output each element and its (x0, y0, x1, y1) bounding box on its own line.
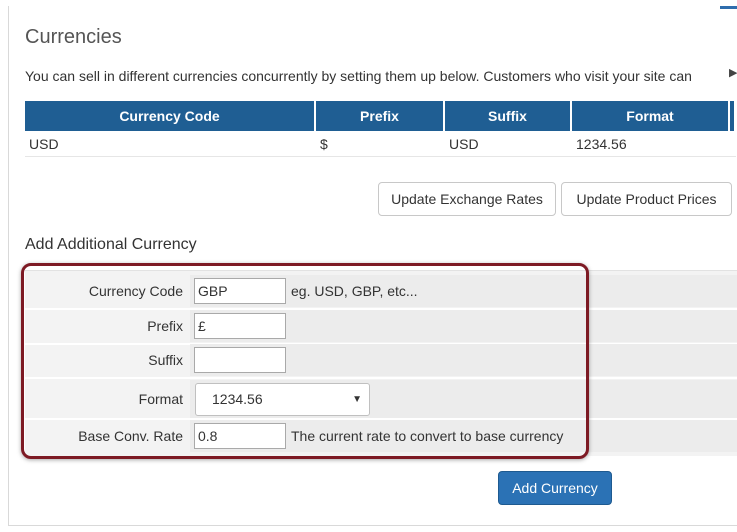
currency-code-cell: GBP eg. USD, GBP, etc... (190, 275, 737, 307)
update-product-prices-button[interactable]: Update Product Prices (561, 182, 732, 216)
base-conv-rate-label: Base Conv. Rate (78, 428, 183, 444)
row-divider (25, 377, 737, 379)
cell-currency-code: USD (25, 131, 316, 157)
format-label: Format (138, 391, 183, 407)
cell-format: 1234.56 (572, 131, 730, 157)
column-header-prefix[interactable]: Prefix (316, 101, 445, 131)
base-conv-rate-input[interactable]: 0.8 (194, 423, 286, 449)
suffix-label: Suffix (148, 352, 183, 368)
page-title: Currencies (25, 26, 122, 48)
prefix-cell: £ (190, 310, 737, 342)
column-header-currency-code[interactable]: Currency Code (25, 101, 316, 131)
currency-code-label: Currency Code (88, 283, 183, 299)
format-select-value: 1234.56 (212, 391, 263, 407)
table-header-row: Currency Code Prefix Suffix Format (25, 101, 736, 131)
cell-suffix: USD (445, 131, 572, 157)
scroll-right-icon[interactable]: ▶ (729, 66, 737, 79)
base-conv-rate-hint: The current rate to convert to base curr… (291, 428, 564, 444)
table-row[interactable]: USD $ USD 1234.56 (25, 131, 736, 157)
currency-code-hint: eg. USD, GBP, etc... (291, 283, 418, 299)
section-title: Add Additional Currency (25, 236, 197, 253)
form-row-suffix: Suffix (25, 344, 737, 376)
prefix-label: Prefix (147, 318, 183, 334)
add-currency-form: Currency Code GBP eg. USD, GBP, etc... P… (25, 270, 737, 456)
add-currency-button[interactable]: Add Currency (498, 471, 612, 505)
form-row-currency-code: Currency Code GBP eg. USD, GBP, etc... (25, 275, 737, 307)
prefix-input[interactable]: £ (194, 313, 286, 339)
update-exchange-rates-button[interactable]: Update Exchange Rates (378, 182, 556, 216)
form-row-prefix: Prefix £ (25, 310, 737, 342)
cell-prefix: $ (316, 131, 445, 157)
suffix-cell (190, 344, 737, 376)
base-conv-rate-cell: 0.8 The current rate to convert to base … (190, 420, 737, 452)
format-select[interactable]: 1234.56 ▼ (195, 383, 370, 416)
column-header-overflow (730, 101, 736, 131)
currency-code-input[interactable]: GBP (194, 278, 286, 304)
currency-table: Currency Code Prefix Suffix Format USD $… (25, 101, 736, 157)
intro-text: You can sell in different currencies con… (25, 68, 692, 84)
form-row-base-conv-rate: Base Conv. Rate 0.8 The current rate to … (25, 420, 737, 452)
window-accent (720, 6, 737, 9)
chevron-down-icon: ▼ (352, 394, 362, 405)
format-cell: 1234.56 ▼ (190, 380, 737, 418)
column-header-format[interactable]: Format (572, 101, 730, 131)
suffix-input[interactable] (194, 347, 286, 373)
cell-overflow (730, 131, 736, 157)
form-row-format: Format 1234.56 ▼ (25, 380, 737, 418)
column-header-suffix[interactable]: Suffix (445, 101, 572, 131)
